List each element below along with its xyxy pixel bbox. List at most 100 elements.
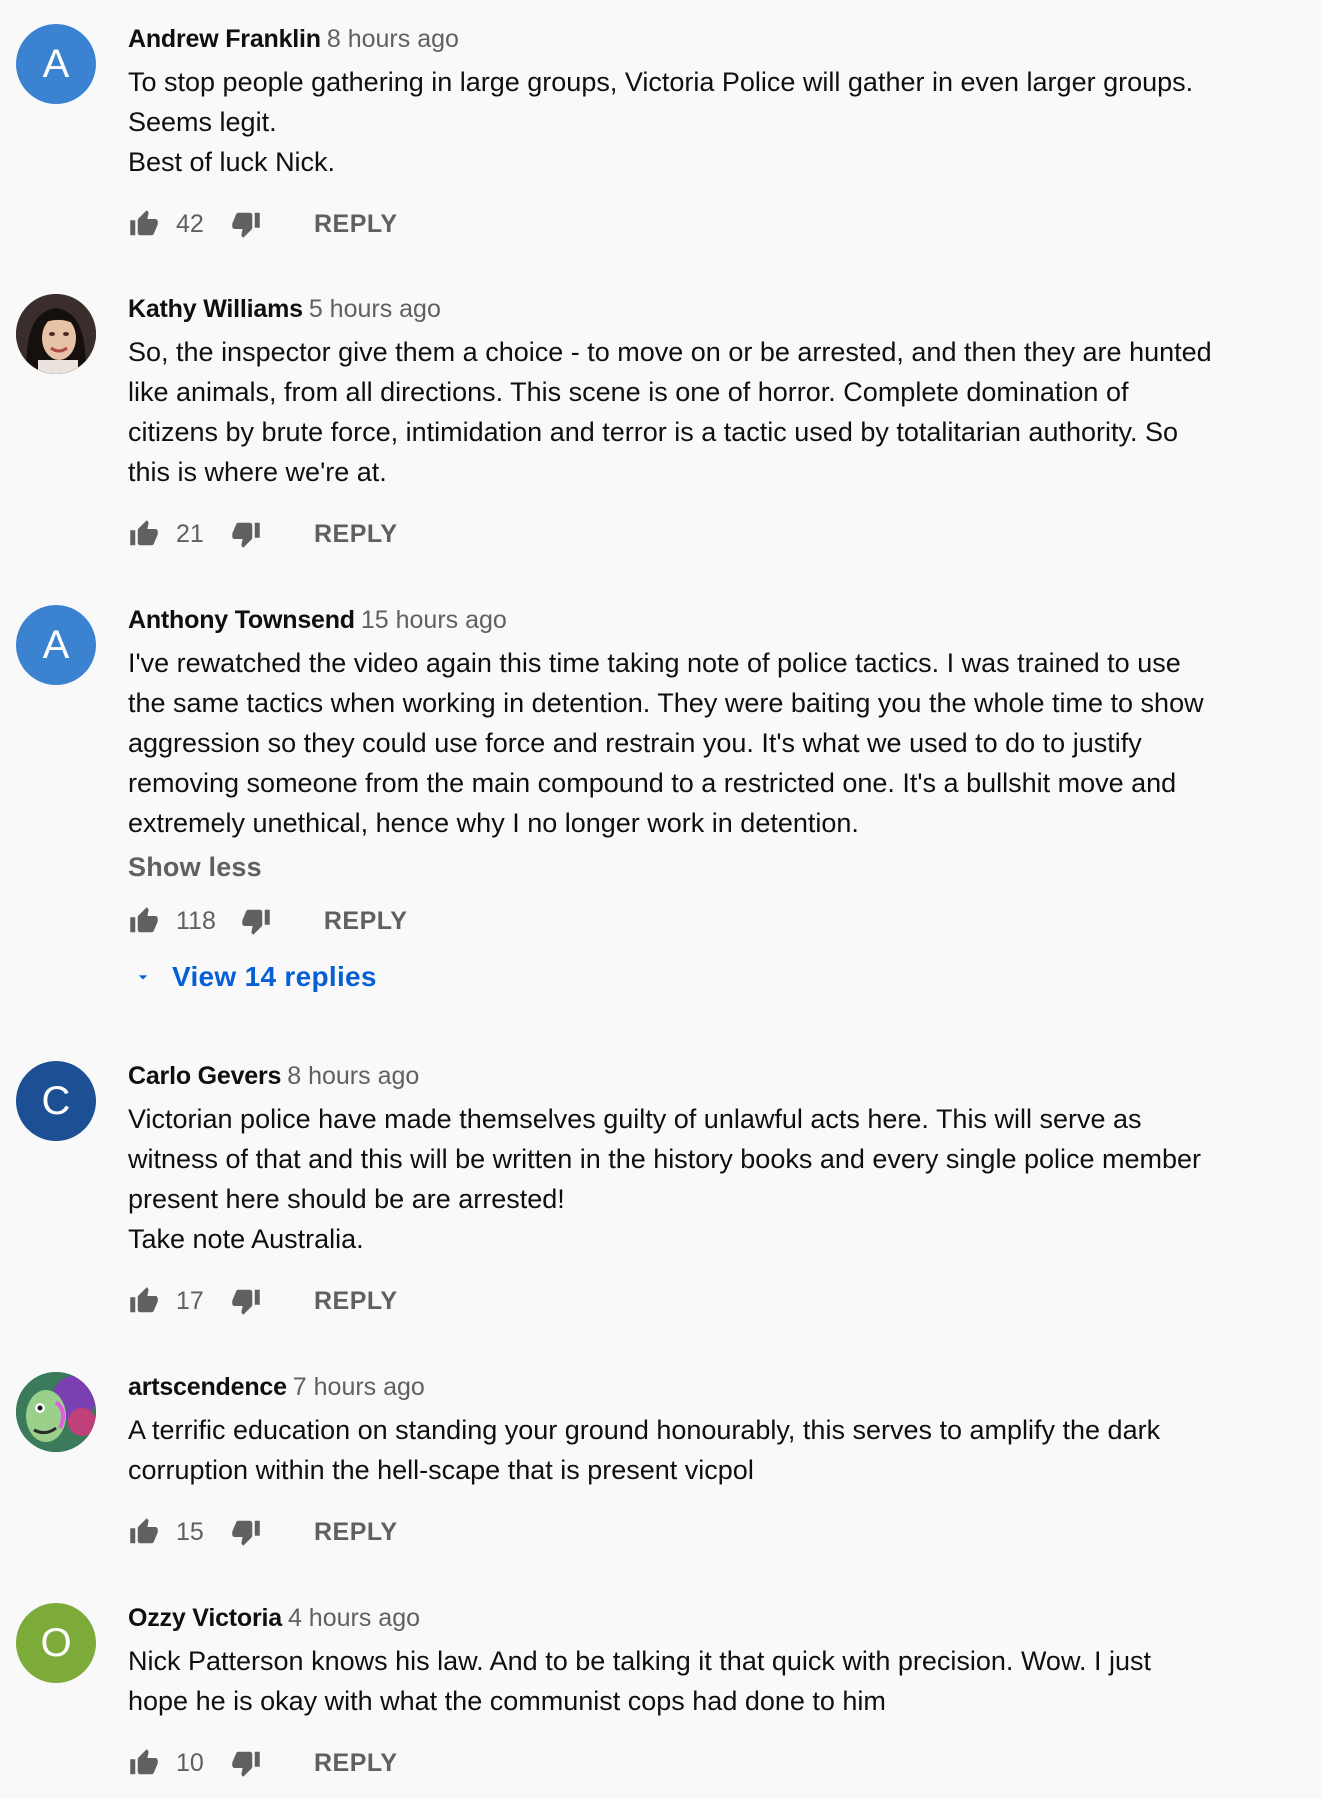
thumb-down-icon [232,1520,260,1546]
avatar-letter: O [40,1620,72,1665]
comment-line: the same tactics when working in detenti… [128,688,1204,718]
avatar[interactable]: C [16,1061,96,1141]
like-button[interactable] [128,1285,160,1317]
comment-time[interactable]: 7 hours ago [293,1373,425,1401]
avatar-letter: A [42,41,70,86]
avatar[interactable]: A [16,24,96,104]
thumb-up-icon [130,210,158,236]
dislike-button[interactable] [230,208,262,240]
dislike-button[interactable] [230,1516,262,1548]
comment-line: Nick Patterson knows his law. And to be … [128,1646,1151,1676]
profile-photo-woman [16,294,96,374]
comment-line: Seems legit. [128,107,277,137]
like-button[interactable] [128,905,160,937]
comment-time[interactable]: 8 hours ago [287,1062,419,1090]
comment-line: hope he is okay with what the communist … [128,1686,886,1716]
like-count: 17 [176,1286,204,1315]
artistic-face-illustration [16,1372,96,1452]
comment-time[interactable]: 5 hours ago [309,295,441,323]
comment-header: Kathy Williams 5 hours ago [128,292,1302,326]
comment-actions: 15 REPLY [128,1512,1302,1552]
comment-header: Carlo Gevers 8 hours ago [128,1059,1302,1093]
comment-line: corruption within the hell-scape that is… [128,1455,754,1485]
comment-text: So, the inspector give them a choice - t… [128,332,1302,492]
comment-text: I've rewatched the video again this time… [128,643,1302,843]
comment-line: extremely unethical, hence why I no long… [128,808,859,838]
view-replies-label: View 14 replies [172,961,377,992]
author-name[interactable]: Anthony Townsend [128,606,355,634]
comment-line: witness of that and this will be written… [128,1144,1202,1174]
comment-line: present here should be are arrested! [128,1184,565,1214]
comment-line: like animals, from all directions. This … [128,377,1129,407]
comment-content: Andrew Franklin 8 hours ago To stop peopl… [128,22,1302,244]
thumb-down-icon [232,522,260,548]
author-name[interactable]: Andrew Franklin [128,25,321,53]
comment-line: removing someone from the main compound … [128,768,1177,798]
comment-text: Victorian police have made themselves gu… [128,1099,1302,1259]
avatar[interactable]: O [16,1603,96,1683]
avatar-letter: A [42,622,70,667]
author-name[interactable]: Carlo Gevers [128,1062,281,1090]
avatar[interactable] [16,1372,96,1452]
avatar[interactable]: A [16,605,96,685]
comment-actions: 42 REPLY [128,204,1302,244]
comment-line: So, the inspector give them a choice - t… [128,337,1212,367]
comment-header: Andrew Franklin 8 hours ago [128,22,1302,56]
comment-actions: 17 REPLY [128,1281,1302,1321]
like-count: 21 [176,519,204,548]
comment-text: To stop people gathering in large groups… [128,62,1302,182]
comment-line: I've rewatched the video again this time… [128,648,1181,678]
like-button[interactable] [128,1747,160,1779]
thumb-down-icon [232,1289,260,1315]
thumb-up-icon [130,520,158,546]
comment-actions: 10 REPLY [128,1743,1302,1783]
show-less-button[interactable]: Show less [128,847,1302,887]
thumb-down-icon [242,909,270,935]
thumb-up-icon [130,1749,158,1775]
comment-actions: 21 REPLY [128,514,1302,554]
like-count: 42 [176,209,204,238]
comment-line: To stop people gathering in large groups… [128,67,1194,97]
author-name[interactable]: Kathy Williams [128,295,303,323]
reply-button[interactable]: REPLY [314,1518,398,1547]
comment-time[interactable]: 4 hours ago [288,1604,420,1632]
avatar[interactable] [16,294,96,374]
dislike-button[interactable] [240,905,272,937]
like-count: 10 [176,1748,204,1777]
reply-button[interactable]: REPLY [314,520,398,549]
author-name[interactable]: artscendence [128,1373,287,1401]
comment-content: Kathy Williams 5 hours ago So, the inspec… [128,292,1302,554]
dislike-button[interactable] [230,1285,262,1317]
thumb-down-icon [232,1751,260,1777]
like-button[interactable] [128,208,160,240]
like-button[interactable] [128,1516,160,1548]
author-name[interactable]: Ozzy Victoria [128,1604,282,1632]
comment-content: Anthony Townsend 15 hours ago I've rewatc… [128,603,1302,997]
comment-line: citizens by brute force, intimidation an… [128,417,1179,447]
view-replies-button[interactable]: View 14 replies [128,957,1302,997]
comment-header: artscendence 7 hours ago [128,1370,1302,1404]
thumb-up-icon [130,1287,158,1313]
comment-line: Take note Australia. [128,1224,364,1254]
reply-button[interactable]: REPLY [314,210,398,239]
thumb-down-icon [232,212,260,238]
comment-time[interactable]: 8 hours ago [327,25,459,53]
avatar-letter: C [41,1078,71,1123]
comment-line: Victorian police have made themselves gu… [128,1104,1142,1134]
comment-text: Nick Patterson knows his law. And to be … [128,1641,1302,1721]
comment-time[interactable]: 15 hours ago [361,606,507,634]
comment-line: this is where we're at. [128,457,387,487]
comment-line: Best of luck Nick. [128,147,336,177]
comment-line: A terrific education on standing your gr… [128,1415,1161,1445]
reply-button[interactable]: REPLY [314,1749,398,1778]
dislike-button[interactable] [230,1747,262,1779]
like-count: 118 [176,906,216,935]
comment-header: Ozzy Victoria 4 hours ago [128,1601,1302,1635]
dislike-button[interactable] [230,518,262,550]
like-button[interactable] [128,518,160,550]
comment-line: aggression so they could use force and r… [128,728,1142,758]
comment-content: Ozzy Victoria 4 hours ago Nick Patterson … [128,1601,1302,1783]
comment-header: Anthony Townsend 15 hours ago [128,603,1302,637]
reply-button[interactable]: REPLY [324,907,408,936]
reply-button[interactable]: REPLY [314,1287,398,1316]
